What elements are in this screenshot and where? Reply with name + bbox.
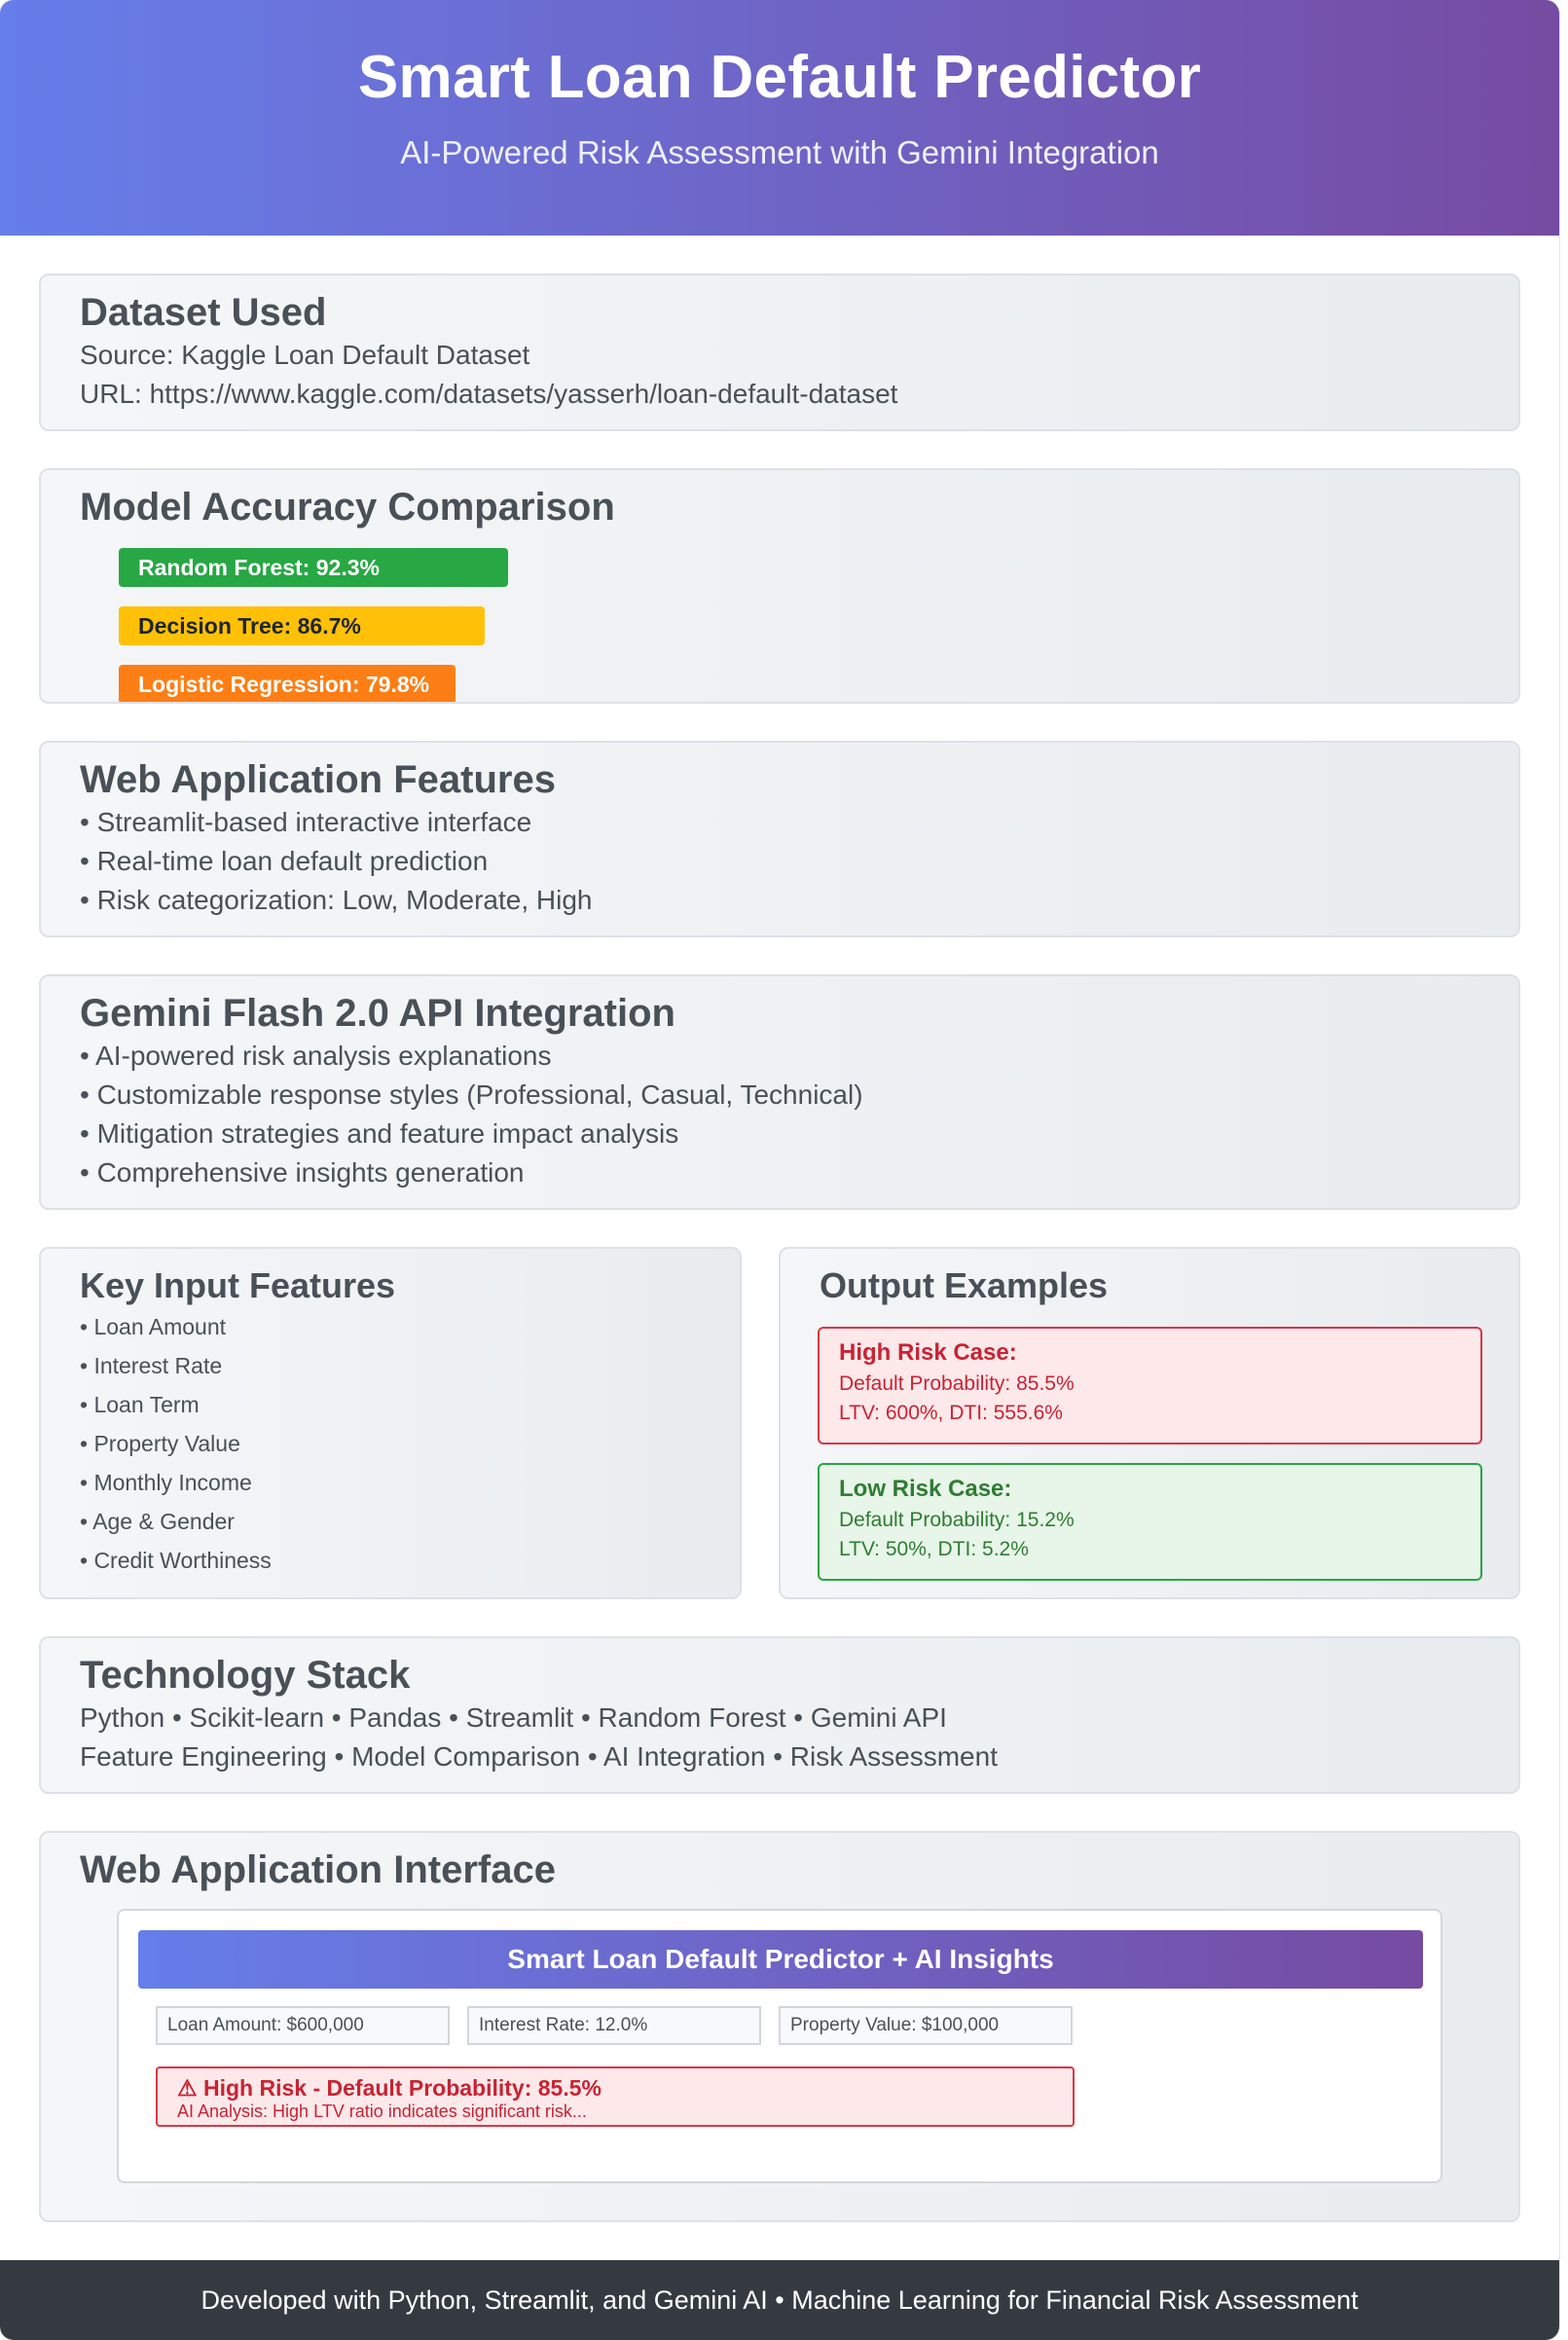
list-item: • Loan Term bbox=[80, 1392, 200, 1417]
footer: Developed with Python, Streamlit, and Ge… bbox=[0, 2260, 1559, 2340]
high-risk-title: High Risk Case: bbox=[839, 1339, 1017, 1366]
output-examples-card: Output Examples High Risk Case: Default … bbox=[779, 1247, 1520, 1599]
list-item: • Mitigation strategies and feature impa… bbox=[80, 1118, 679, 1149]
risk-alert: ⚠ High Risk - Default Probability: 85.5%… bbox=[156, 2066, 1075, 2127]
dataset-card: Dataset Used Source: Kaggle Loan Default… bbox=[39, 274, 1520, 431]
gemini-card: Gemini Flash 2.0 API Integration • AI-po… bbox=[39, 974, 1520, 1210]
property-value-field[interactable]: Property Value: $100,000 bbox=[779, 2006, 1073, 2045]
key-inputs-heading: Key Input Features bbox=[80, 1265, 396, 1305]
header-banner: Smart Loan Default Predictor AI-Powered … bbox=[0, 0, 1559, 236]
poster: Smart Loan Default Predictor AI-Powered … bbox=[0, 0, 1559, 2340]
low-risk-probability: Default Probability: 15.2% bbox=[839, 1509, 1075, 1531]
list-item: • Real-time loan default prediction bbox=[80, 846, 489, 876]
high-risk-ratios: LTV: 600%, DTI: 555.6% bbox=[839, 1402, 1063, 1424]
list-item: • Property Value bbox=[80, 1431, 240, 1456]
tech-stack-card: Technology Stack Python • Scikit-learn •… bbox=[39, 1636, 1520, 1794]
web-features-card: Web Application Features • Streamlit-bas… bbox=[39, 741, 1520, 937]
list-item: • AI-powered risk analysis explanations bbox=[80, 1041, 552, 1071]
high-risk-example: High Risk Case: Default Probability: 85.… bbox=[818, 1327, 1482, 1444]
tech-stack-heading: Technology Stack bbox=[80, 1654, 411, 1697]
mockup-app-title: Smart Loan Default Predictor + AI Insigh… bbox=[138, 1930, 1423, 1989]
accuracy-card: Model Accuracy Comparison Random Forest:… bbox=[39, 468, 1520, 704]
low-risk-title: Low Risk Case: bbox=[839, 1476, 1012, 1502]
interface-card: Web Application Interface Smart Loan Def… bbox=[39, 1831, 1520, 2222]
bar-logistic-regression: Logistic Regression: 79.8% bbox=[119, 665, 456, 702]
app-mockup: Smart Loan Default Predictor + AI Insigh… bbox=[117, 1909, 1442, 2183]
list-item: • Monthly Income bbox=[80, 1470, 252, 1495]
list-item: • Streamlit-based interactive interface bbox=[80, 807, 532, 837]
page-subtitle: AI-Powered Risk Assessment with Gemini I… bbox=[400, 134, 1159, 170]
low-risk-ratios: LTV: 50%, DTI: 5.2% bbox=[839, 1538, 1029, 1560]
output-examples-heading: Output Examples bbox=[820, 1265, 1109, 1305]
interest-rate-field[interactable]: Interest Rate: 12.0% bbox=[467, 2006, 761, 2045]
risk-alert-detail: AI Analysis: High LTV ratio indicates si… bbox=[177, 2102, 587, 2121]
tech-stack-line-2: Feature Engineering • Model Comparison •… bbox=[80, 1741, 998, 1772]
list-item: • Age & Gender bbox=[80, 1509, 235, 1534]
bar-random-forest: Random Forest: 92.3% bbox=[119, 548, 508, 587]
list-item: • Credit Worthiness bbox=[80, 1548, 272, 1573]
page-title: Smart Loan Default Predictor bbox=[357, 44, 1202, 111]
dataset-source: Source: Kaggle Loan Default Dataset bbox=[80, 340, 530, 370]
gemini-heading: Gemini Flash 2.0 API Integration bbox=[80, 992, 675, 1035]
bar-decision-tree: Decision Tree: 86.7% bbox=[119, 606, 485, 645]
list-item: • Customizable response styles (Professi… bbox=[80, 1079, 863, 1110]
risk-alert-title: ⚠ High Risk - Default Probability: 85.5% bbox=[177, 2075, 602, 2101]
list-item: • Risk categorization: Low, Moderate, Hi… bbox=[80, 885, 593, 915]
low-risk-example: Low Risk Case: Default Probability: 15.2… bbox=[818, 1463, 1482, 1581]
list-item: • Interest Rate bbox=[80, 1353, 223, 1378]
accuracy-heading: Model Accuracy Comparison bbox=[80, 486, 615, 529]
interface-heading: Web Application Interface bbox=[80, 1848, 556, 1891]
dataset-heading: Dataset Used bbox=[80, 291, 327, 334]
dataset-url: URL: https://www.kaggle.com/datasets/yas… bbox=[80, 379, 898, 409]
loan-amount-field[interactable]: Loan Amount: $600,000 bbox=[156, 2006, 450, 2045]
tech-stack-line-1: Python • Scikit-learn • Pandas • Streaml… bbox=[80, 1702, 947, 1733]
list-item: • Comprehensive insights generation bbox=[80, 1157, 525, 1188]
list-item: • Loan Amount bbox=[80, 1314, 226, 1339]
high-risk-probability: Default Probability: 85.5% bbox=[839, 1372, 1075, 1395]
web-features-heading: Web Application Features bbox=[80, 758, 556, 801]
key-inputs-card: Key Input Features • Loan Amount • Inter… bbox=[39, 1247, 742, 1599]
